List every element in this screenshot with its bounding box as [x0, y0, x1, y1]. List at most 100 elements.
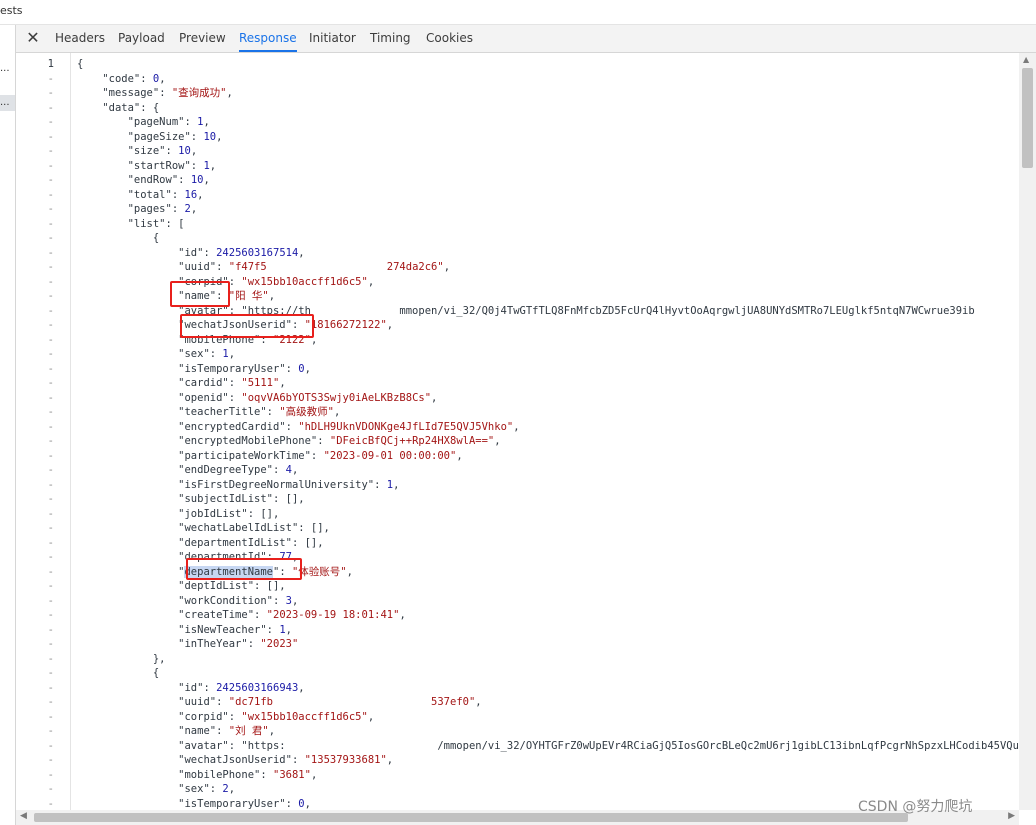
line-number: -: [47, 551, 54, 563]
line-number: -: [47, 623, 54, 636]
code-line: "teacherTitle": "高级教师",: [178, 406, 341, 418]
code-line: {: [77, 667, 160, 679]
tab-initiator[interactable]: Initiator: [309, 25, 356, 52]
line-number: -: [47, 754, 54, 766]
line-number: -: [47, 449, 54, 462]
code-line: "isTemporaryUser": 0,: [178, 797, 311, 810]
line-number: -: [47, 667, 54, 679]
line-number: -: [47, 580, 54, 592]
line-number: -: [47, 739, 54, 752]
code-line: "code": 0,: [102, 72, 166, 85]
line-number: -: [47, 565, 54, 578]
line-number: -: [47, 594, 54, 607]
code-line: "isNewTeacher": 1,: [178, 623, 292, 636]
code-line: "cardid": "5111",: [178, 377, 286, 389]
code-line: "wechatJsonUserid": "13537933681",: [178, 754, 394, 766]
code-line: "message": "查询成功",: [102, 87, 233, 99]
request-list-item-selected[interactable]: ...: [0, 95, 15, 111]
vertical-scroll-thumb[interactable]: [1022, 68, 1033, 168]
response-body[interactable]: "isTemporaryUser": 0, "sex": 2, "mobileP…: [71, 53, 1019, 810]
line-number: -: [47, 464, 54, 476]
code-line: "size": 10,: [127, 145, 198, 157]
scroll-left-arrow-icon[interactable]: ◀: [20, 811, 27, 821]
tab-response[interactable]: Response: [239, 25, 297, 52]
line-number: -: [47, 174, 54, 186]
line-number: -: [47, 420, 54, 433]
request-list-item[interactable]: ...: [0, 61, 15, 77]
code-line: "sex": 2,: [178, 783, 236, 795]
line-number: -: [47, 87, 54, 99]
top-strip-text: ests: [0, 4, 23, 17]
line-number: -: [47, 377, 54, 389]
line-number: -: [47, 261, 54, 273]
request-list-panel[interactable]: ... ...: [0, 25, 16, 825]
code-line: "openid": "oqvVA6bYOTS3Swjy0iAeLKBzB8Cs"…: [178, 391, 438, 404]
code-line: "list": [: [127, 217, 185, 230]
close-icon[interactable]: ✕: [24, 28, 42, 48]
code-line: "corpid": "wx15bb10accff1d6c5",: [178, 710, 375, 723]
code-line: "inTheYear": "2023": [178, 638, 299, 650]
line-number: -: [47, 478, 54, 491]
line-number: -: [47, 275, 54, 288]
code-line: "name": "刘 君",: [178, 725, 276, 737]
code-line: "endRow": 10,: [127, 174, 210, 186]
code-line: "encryptedMobilePhone": "DFeicBfQCj++Rp2…: [178, 435, 501, 447]
line-number: -: [47, 72, 54, 85]
tab-timing[interactable]: Timing: [370, 25, 411, 52]
code-line: "corpid": "wx15bb10accff1d6c5",: [178, 275, 375, 288]
code-line: "encryptedCardid": "hDLH9UknVDONKge4JfLI…: [178, 420, 520, 433]
code-line: "isFirstDegreeNormalUniversity": 1,: [178, 478, 400, 491]
line-number: -: [47, 116, 54, 128]
line-number: -: [47, 159, 54, 172]
line-number: -: [47, 406, 54, 418]
top-strip: ests: [0, 0, 1036, 25]
line-number: -: [47, 391, 54, 404]
line-number: -: [47, 710, 54, 723]
code-line: "participateWorkTime": "2023-09-01 00:00…: [178, 449, 463, 462]
line-number: -: [47, 493, 54, 505]
code-line: "uuid": "f47f5 274da2c6",: [178, 261, 451, 273]
code-line: "pages": 2,: [127, 203, 198, 215]
line-number: -: [47, 203, 54, 215]
line-number: 1: [47, 58, 54, 70]
code-line: "avatar": "https: /mmopen/vi_32/OYHTGFrZ…: [178, 739, 1019, 752]
line-number: -: [47, 319, 54, 331]
line-number: -: [47, 101, 54, 114]
line-number: -: [47, 725, 54, 737]
code-line: },: [77, 652, 166, 665]
vertical-scrollbar[interactable]: ▲: [1019, 53, 1036, 810]
code-line: "isTemporaryUser": 0,: [178, 362, 311, 375]
tab-cookies[interactable]: Cookies: [426, 25, 473, 52]
line-number: -: [47, 768, 54, 781]
code-line: "deptIdList": [],: [178, 580, 286, 592]
line-number: -: [47, 290, 54, 302]
line-number: -: [47, 609, 54, 621]
line-number: -: [47, 652, 54, 665]
line-number: -: [47, 304, 54, 317]
code-line: "sex": 1,: [178, 348, 236, 360]
code-line: "wechatJsonUserid": "18166272122",: [178, 319, 394, 331]
scroll-right-arrow-icon[interactable]: ▶: [1008, 811, 1015, 821]
code-line: "endDegreeType": 4,: [178, 464, 299, 476]
code-line: "pageNum": 1,: [127, 116, 210, 128]
code-line: "departmentName": "体验账号",: [178, 565, 353, 578]
watermark: CSDN @努力爬坑: [858, 799, 973, 815]
code-line: "total": 16,: [127, 188, 204, 201]
code-line: "uuid": "dc71fb 537ef0",: [178, 696, 482, 708]
tab-payload[interactable]: Payload: [118, 25, 165, 52]
line-number: -: [47, 522, 54, 534]
scroll-up-arrow-icon[interactable]: ▲: [1023, 55, 1029, 64]
tab-preview[interactable]: Preview: [179, 25, 226, 52]
line-number: -: [47, 145, 54, 157]
line-number: -: [47, 435, 54, 447]
line-number: -: [47, 681, 54, 694]
line-number: -: [47, 362, 54, 375]
line-number: -: [47, 783, 54, 795]
code-line: "data": {: [102, 101, 160, 114]
code-line: "wechatLabelIdList": [],: [178, 522, 330, 534]
line-number: -: [47, 638, 54, 650]
horizontal-scroll-thumb[interactable]: [34, 813, 908, 822]
tab-headers[interactable]: Headers: [55, 25, 105, 52]
code-line: "mobilePhone": "2122",: [178, 333, 318, 346]
line-number: -: [47, 333, 54, 346]
